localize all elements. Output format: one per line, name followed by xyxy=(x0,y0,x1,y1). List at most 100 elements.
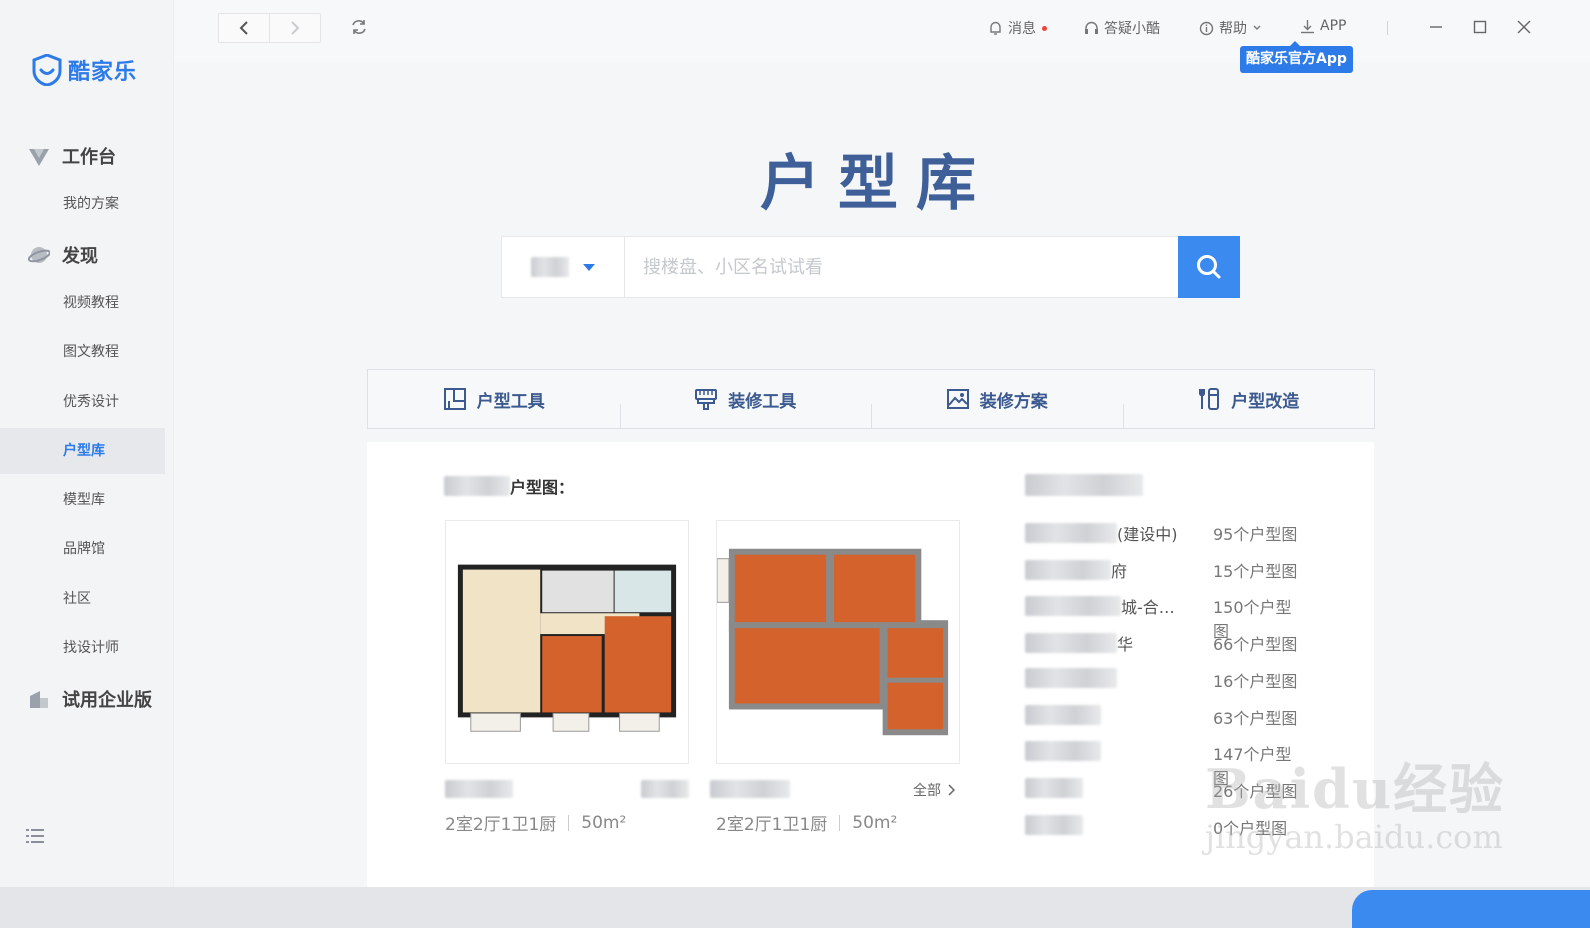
tab-decoration-plans[interactable]: 装修方案 xyxy=(871,387,1123,428)
sidebar-item-label: 品牌馆 xyxy=(63,541,105,557)
sidebar-item-label: 我的方案 xyxy=(63,196,119,212)
card-area: 50m² xyxy=(581,812,627,833)
back-button[interactable] xyxy=(219,14,269,42)
content-panel: 户型图： 2室2厅1卫1厨 50m² 全部 2室2厅1卫1厨 50m² (建设中… xyxy=(367,442,1374,887)
list-item[interactable]: 府 15个户型图 xyxy=(1025,558,1305,582)
sidebar-item-floorplan-library[interactable]: 户型库 xyxy=(0,428,165,474)
planet-icon xyxy=(28,247,50,263)
blurred-city-name xyxy=(531,257,569,277)
list-item-count: 66个户型图 xyxy=(1213,635,1298,654)
brush-icon xyxy=(695,389,718,410)
blurred-name xyxy=(1025,705,1101,725)
bottom-action-button[interactable] xyxy=(1352,890,1590,928)
blurred-name xyxy=(1025,596,1121,616)
bell-icon xyxy=(990,21,1001,35)
floorplan-image xyxy=(716,548,949,736)
logo-shield-icon xyxy=(32,54,62,86)
tab-floorplan-tool[interactable]: 户型工具 xyxy=(368,387,620,412)
card-info: 2室2厅1卫1厨 50m² xyxy=(716,810,898,836)
close-icon[interactable] xyxy=(1516,19,1532,35)
list-item-count: 63个户型图 xyxy=(1213,709,1298,728)
floorplan-tool-icon xyxy=(443,388,466,410)
info-icon xyxy=(1199,21,1214,35)
city-selector[interactable] xyxy=(502,237,625,297)
help-label: 帮助 xyxy=(1219,21,1247,37)
list-item[interactable]: 26个户型图 xyxy=(1025,778,1305,802)
list-item[interactable]: 城-合… 150个户型图 xyxy=(1025,594,1305,641)
refresh-icon[interactable] xyxy=(350,18,368,36)
card-rooms: 2室2厅1卫1厨 xyxy=(445,815,557,835)
sidebar-item-find-designer[interactable]: 找设计师 xyxy=(0,625,165,671)
card-title xyxy=(445,780,513,798)
list-item-count: 26个户型图 xyxy=(1213,782,1298,801)
messages-button[interactable]: 消息 xyxy=(988,18,1047,38)
list-item[interactable]: 0个户型图 xyxy=(1025,815,1305,839)
list-item[interactable]: 63个户型图 xyxy=(1025,705,1305,729)
download-app-button[interactable]: APP xyxy=(1300,18,1346,34)
list-item[interactable]: 华 66个户型图 xyxy=(1025,631,1305,655)
sidebar-item-label: 视频教程 xyxy=(63,295,119,311)
floorplan-card[interactable] xyxy=(445,520,689,764)
search-input[interactable] xyxy=(625,237,1178,297)
blurred-name xyxy=(1025,560,1111,580)
tool-tabs: 户型工具 装修工具 装修方案 户型改造 xyxy=(367,369,1375,429)
qa-assistant-button[interactable]: 答疑小酷 xyxy=(1084,18,1160,38)
history-nav xyxy=(218,13,321,43)
tab-floorplan-renovation[interactable]: 户型改造 xyxy=(1122,387,1375,428)
search-button[interactable] xyxy=(1178,236,1240,298)
card-info: 2室2厅1卫1厨 50m² xyxy=(445,810,627,836)
minimize-icon[interactable] xyxy=(1428,19,1444,35)
sidebar-item-community[interactable]: 社区 xyxy=(0,576,165,622)
blurred-name xyxy=(1025,778,1083,798)
unread-dot xyxy=(1042,25,1047,31)
card-rooms: 2室2厅1卫1厨 xyxy=(716,815,828,835)
nav-group-label: 工作台 xyxy=(62,147,116,168)
list-item[interactable]: 16个户型图 xyxy=(1025,668,1305,692)
nav-group-discover[interactable]: 发现 xyxy=(28,242,98,268)
page-title: 户型库 xyxy=(760,149,994,219)
list-item[interactable]: (建设中) 95个户型图 xyxy=(1025,521,1305,545)
sidebar-item-brand-hall[interactable]: 品牌馆 xyxy=(0,526,165,572)
tools-icon xyxy=(1199,388,1220,410)
card-area: 50m² xyxy=(852,812,898,833)
sidebar-item-featured-designs[interactable]: 优秀设计 xyxy=(0,379,165,425)
sidebar-item-model-library[interactable]: 模型库 xyxy=(0,477,165,523)
blurred-name xyxy=(1025,633,1117,653)
blurred-text xyxy=(641,780,689,798)
logo-text: 酷家乐 xyxy=(68,60,138,85)
caret-down-icon xyxy=(583,263,595,271)
sidebar-item-text-tutorials[interactable]: 图文教程 xyxy=(0,329,165,375)
chevron-left-icon xyxy=(239,21,248,35)
search-bar xyxy=(501,236,1240,298)
list-item-name: (建设中) xyxy=(1117,525,1178,544)
help-dropdown[interactable]: 帮助 xyxy=(1199,18,1262,38)
sidebar-item-video-tutorials[interactable]: 视频教程 xyxy=(0,280,165,326)
view-all-link[interactable]: 全部 xyxy=(913,780,955,800)
list-item-count: 95个户型图 xyxy=(1213,525,1298,544)
app-tooltip: 酷家乐官方App xyxy=(1240,41,1353,73)
chevron-right-icon xyxy=(948,784,955,796)
collapse-menu-icon[interactable] xyxy=(26,828,44,844)
floorplan-card[interactable] xyxy=(716,520,960,764)
divider xyxy=(1387,21,1388,35)
tab-decoration-tool[interactable]: 装修工具 xyxy=(619,387,872,428)
sidebar-item-my-plans[interactable]: 我的方案 xyxy=(0,181,165,227)
qa-label: 答疑小酷 xyxy=(1104,21,1160,37)
nav-group-workbench[interactable]: 工作台 xyxy=(28,143,116,169)
forward-button[interactable] xyxy=(269,14,320,42)
app-logo[interactable]: 酷家乐 xyxy=(32,54,137,86)
separator xyxy=(839,814,841,831)
blurred-location xyxy=(444,476,510,496)
workbench-icon xyxy=(29,149,49,166)
maximize-icon[interactable] xyxy=(1472,19,1488,35)
download-icon xyxy=(1301,19,1314,33)
app-label: APP xyxy=(1320,18,1347,34)
blurred-project-name xyxy=(710,780,790,798)
nav-group-label: 试用企业版 xyxy=(62,690,152,711)
nav-group-enterprise[interactable]: 试用企业版 xyxy=(28,686,152,712)
sidebar-item-label: 找设计师 xyxy=(63,640,119,656)
sidebar-item-label: 户型库 xyxy=(63,443,105,459)
nav-group-label: 发现 xyxy=(62,246,98,267)
tab-label: 装修工具 xyxy=(728,391,797,412)
list-item[interactable]: 147个户型图 xyxy=(1025,741,1305,788)
